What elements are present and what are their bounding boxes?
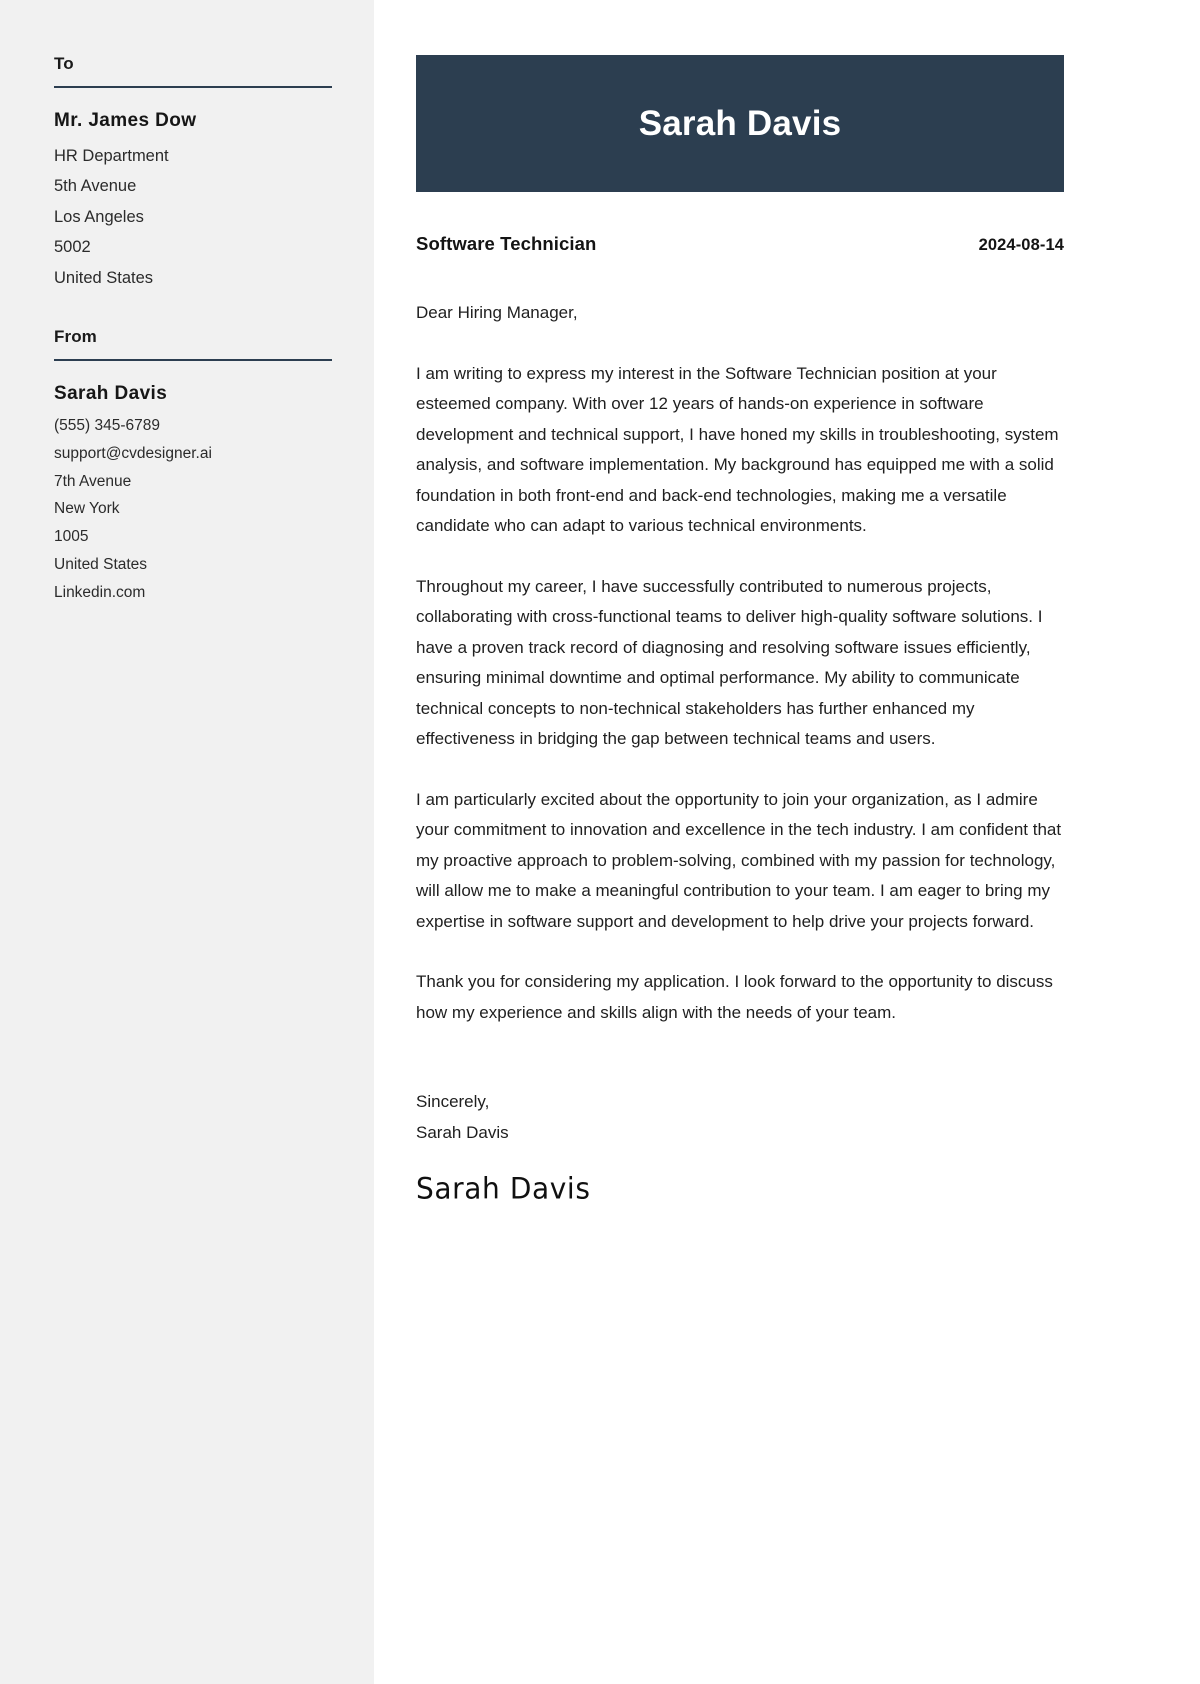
recipient-line: Los Angeles — [54, 207, 144, 226]
name-banner: Sarah Davis — [416, 55, 1064, 192]
closing-name: Sarah Davis — [416, 1122, 509, 1142]
sender-linkedin: Linkedin.com — [54, 583, 146, 601]
sender-email: support@cvdesigner.ai — [54, 444, 212, 462]
job-title: Software Technician — [416, 233, 597, 254]
sender-name: Sarah Davis — [54, 383, 168, 405]
cover-letter-page: To Mr. James Dow HR Department 5th Avenu… — [0, 0, 1200, 1684]
applicant-name: Sarah Davis — [638, 103, 842, 143]
closing-word: Sincerely, — [416, 1092, 490, 1111]
recipient-name: Mr. James Dow — [54, 110, 197, 131]
sidebar: To Mr. James Dow HR Department 5th Avenu… — [0, 0, 374, 1684]
sender-line: 7th Avenue — [54, 472, 132, 490]
recipient-line: United States — [54, 268, 154, 287]
from-divider — [54, 359, 332, 362]
to-heading: To — [54, 54, 74, 73]
letter-paragraph: Thank you for considering my application… — [416, 972, 1053, 1022]
sender-phone: (555) 345-6789 — [54, 417, 160, 435]
signature: Sarah Davis — [416, 1171, 591, 1206]
sender-line: 1005 — [54, 528, 89, 546]
to-divider — [54, 86, 332, 88]
sender-block: From Sarah Davis (555) 345-6789 support@… — [54, 327, 332, 607]
letter-paragraph: I am particularly excited about the oppo… — [416, 789, 1062, 931]
closing-block: Sincerely, Sarah Davis — [416, 1087, 1064, 1148]
salutation: Dear Hiring Manager, — [416, 303, 578, 322]
recipient-line: HR Department — [54, 147, 169, 165]
from-heading: From — [54, 327, 97, 347]
letter-date: 2024-08-14 — [978, 236, 1064, 254]
recipient-block: To Mr. James Dow HR Department 5th Avenu… — [54, 54, 332, 293]
letter-paragraph: I am writing to express my interest in t… — [416, 363, 1059, 536]
letter-body: Dear Hiring Manager, I am writing to exp… — [416, 298, 1064, 1206]
sender-line: New York — [54, 500, 120, 518]
recipient-line: 5002 — [54, 238, 91, 257]
letter-main: Sarah Davis Software Technician 2024-08-… — [374, 0, 1200, 1684]
letter-meta-row: Software Technician 2024-08-14 — [416, 233, 1064, 255]
letter-paragraph: Throughout my career, I have successfull… — [416, 576, 1043, 749]
sender-line: United States — [54, 556, 148, 574]
recipient-line: 5th Avenue — [54, 177, 137, 196]
